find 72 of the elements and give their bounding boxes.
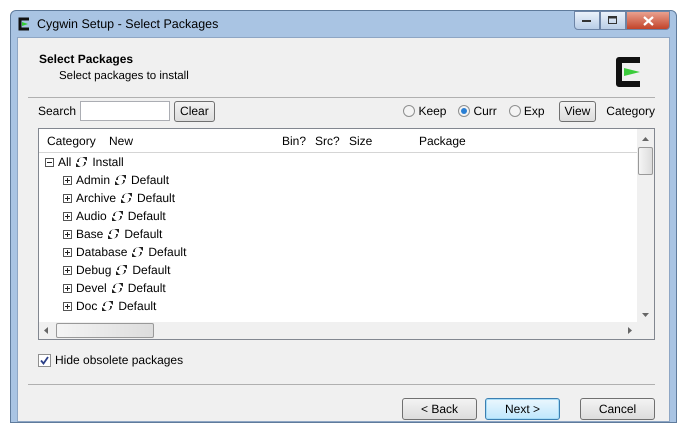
close-button[interactable] xyxy=(626,11,670,30)
cycle-icon[interactable] xyxy=(110,282,124,294)
dialog-button[interactable]: < Back xyxy=(402,398,477,420)
horizontal-scrollbar[interactable] xyxy=(39,322,654,339)
expander-icon[interactable] xyxy=(63,302,72,310)
category-name: Database xyxy=(76,244,128,261)
category-action: Default xyxy=(132,262,170,279)
expander-icon[interactable] xyxy=(63,230,72,238)
category-action: Default xyxy=(148,244,186,261)
radio-button[interactable] xyxy=(403,105,416,117)
category-name: Archive xyxy=(76,190,116,207)
category-action: Default xyxy=(128,208,166,225)
expander-icon[interactable] xyxy=(63,266,72,274)
category-name: All xyxy=(58,154,72,171)
page-subtitle: Select packages to install xyxy=(58,69,190,84)
cycle-icon[interactable] xyxy=(114,174,128,186)
checkbox-label: Hide obsolete packages xyxy=(55,352,184,369)
column-header[interactable]: Src? xyxy=(315,132,340,150)
category-action: Default xyxy=(128,280,166,297)
maximize-icon xyxy=(608,16,618,25)
cycle-icon[interactable] xyxy=(101,300,114,312)
radio-button[interactable] xyxy=(508,105,521,117)
cycle-icon[interactable] xyxy=(131,246,144,258)
window-title: Cygwin Setup - Select Packages xyxy=(37,16,218,33)
minimize-icon xyxy=(582,18,592,22)
column-header[interactable]: Package xyxy=(419,132,466,150)
category-action: Default xyxy=(124,226,162,243)
radio-label: Curr xyxy=(473,103,497,120)
minimize-button[interactable] xyxy=(574,11,600,30)
cycle-icon[interactable] xyxy=(120,192,134,204)
expander-icon[interactable] xyxy=(45,158,54,166)
cycle-icon[interactable] xyxy=(110,210,124,222)
category-action: Default xyxy=(118,298,156,315)
category-name: Audio xyxy=(76,208,107,225)
app-logo-icon xyxy=(17,17,31,31)
expander-icon[interactable] xyxy=(63,284,72,292)
close-icon xyxy=(642,16,654,26)
radio-label: Keep xyxy=(418,103,446,120)
category-action: Default xyxy=(137,190,176,207)
vertical-scrollbar[interactable] xyxy=(637,129,654,322)
radio-label: Exp xyxy=(524,103,544,120)
checkbox[interactable] xyxy=(38,354,51,366)
dialog-button[interactable]: Cancel xyxy=(580,398,655,420)
expander-icon[interactable] xyxy=(63,248,72,256)
maximize-button[interactable] xyxy=(600,11,626,30)
expander-icon[interactable] xyxy=(63,176,72,184)
expander-icon[interactable] xyxy=(63,194,72,202)
search-field[interactable] xyxy=(80,101,170,121)
category-action: Default xyxy=(131,172,170,189)
scroll-thumb[interactable] xyxy=(56,323,154,338)
view-button[interactable]: View xyxy=(558,100,596,122)
page-title: Select Packages xyxy=(39,51,134,68)
category-name: Admin xyxy=(76,172,110,189)
column-header[interactable]: Size xyxy=(349,132,372,150)
column-header[interactable]: New xyxy=(109,132,134,150)
expander-icon[interactable] xyxy=(63,212,72,220)
category-name: Doc xyxy=(76,298,98,315)
column-header[interactable]: Bin? xyxy=(282,132,306,150)
clear-button[interactable]: Clear xyxy=(174,100,215,122)
column-header[interactable]: Category xyxy=(47,132,96,150)
category-name: Devel xyxy=(76,280,107,297)
cycle-icon[interactable] xyxy=(115,264,128,276)
search-label: Search xyxy=(38,103,76,120)
radio-button[interactable] xyxy=(458,105,470,117)
dialog-button[interactable]: Next > xyxy=(485,398,560,420)
scroll-thumb[interactable] xyxy=(638,147,653,175)
cycle-icon[interactable] xyxy=(75,156,88,168)
category-action: Install xyxy=(92,154,124,171)
category-name: Debug xyxy=(76,262,112,279)
category-name: Base xyxy=(76,226,104,243)
view-mode-label: Category xyxy=(606,103,655,120)
cycle-icon[interactable] xyxy=(107,228,120,240)
